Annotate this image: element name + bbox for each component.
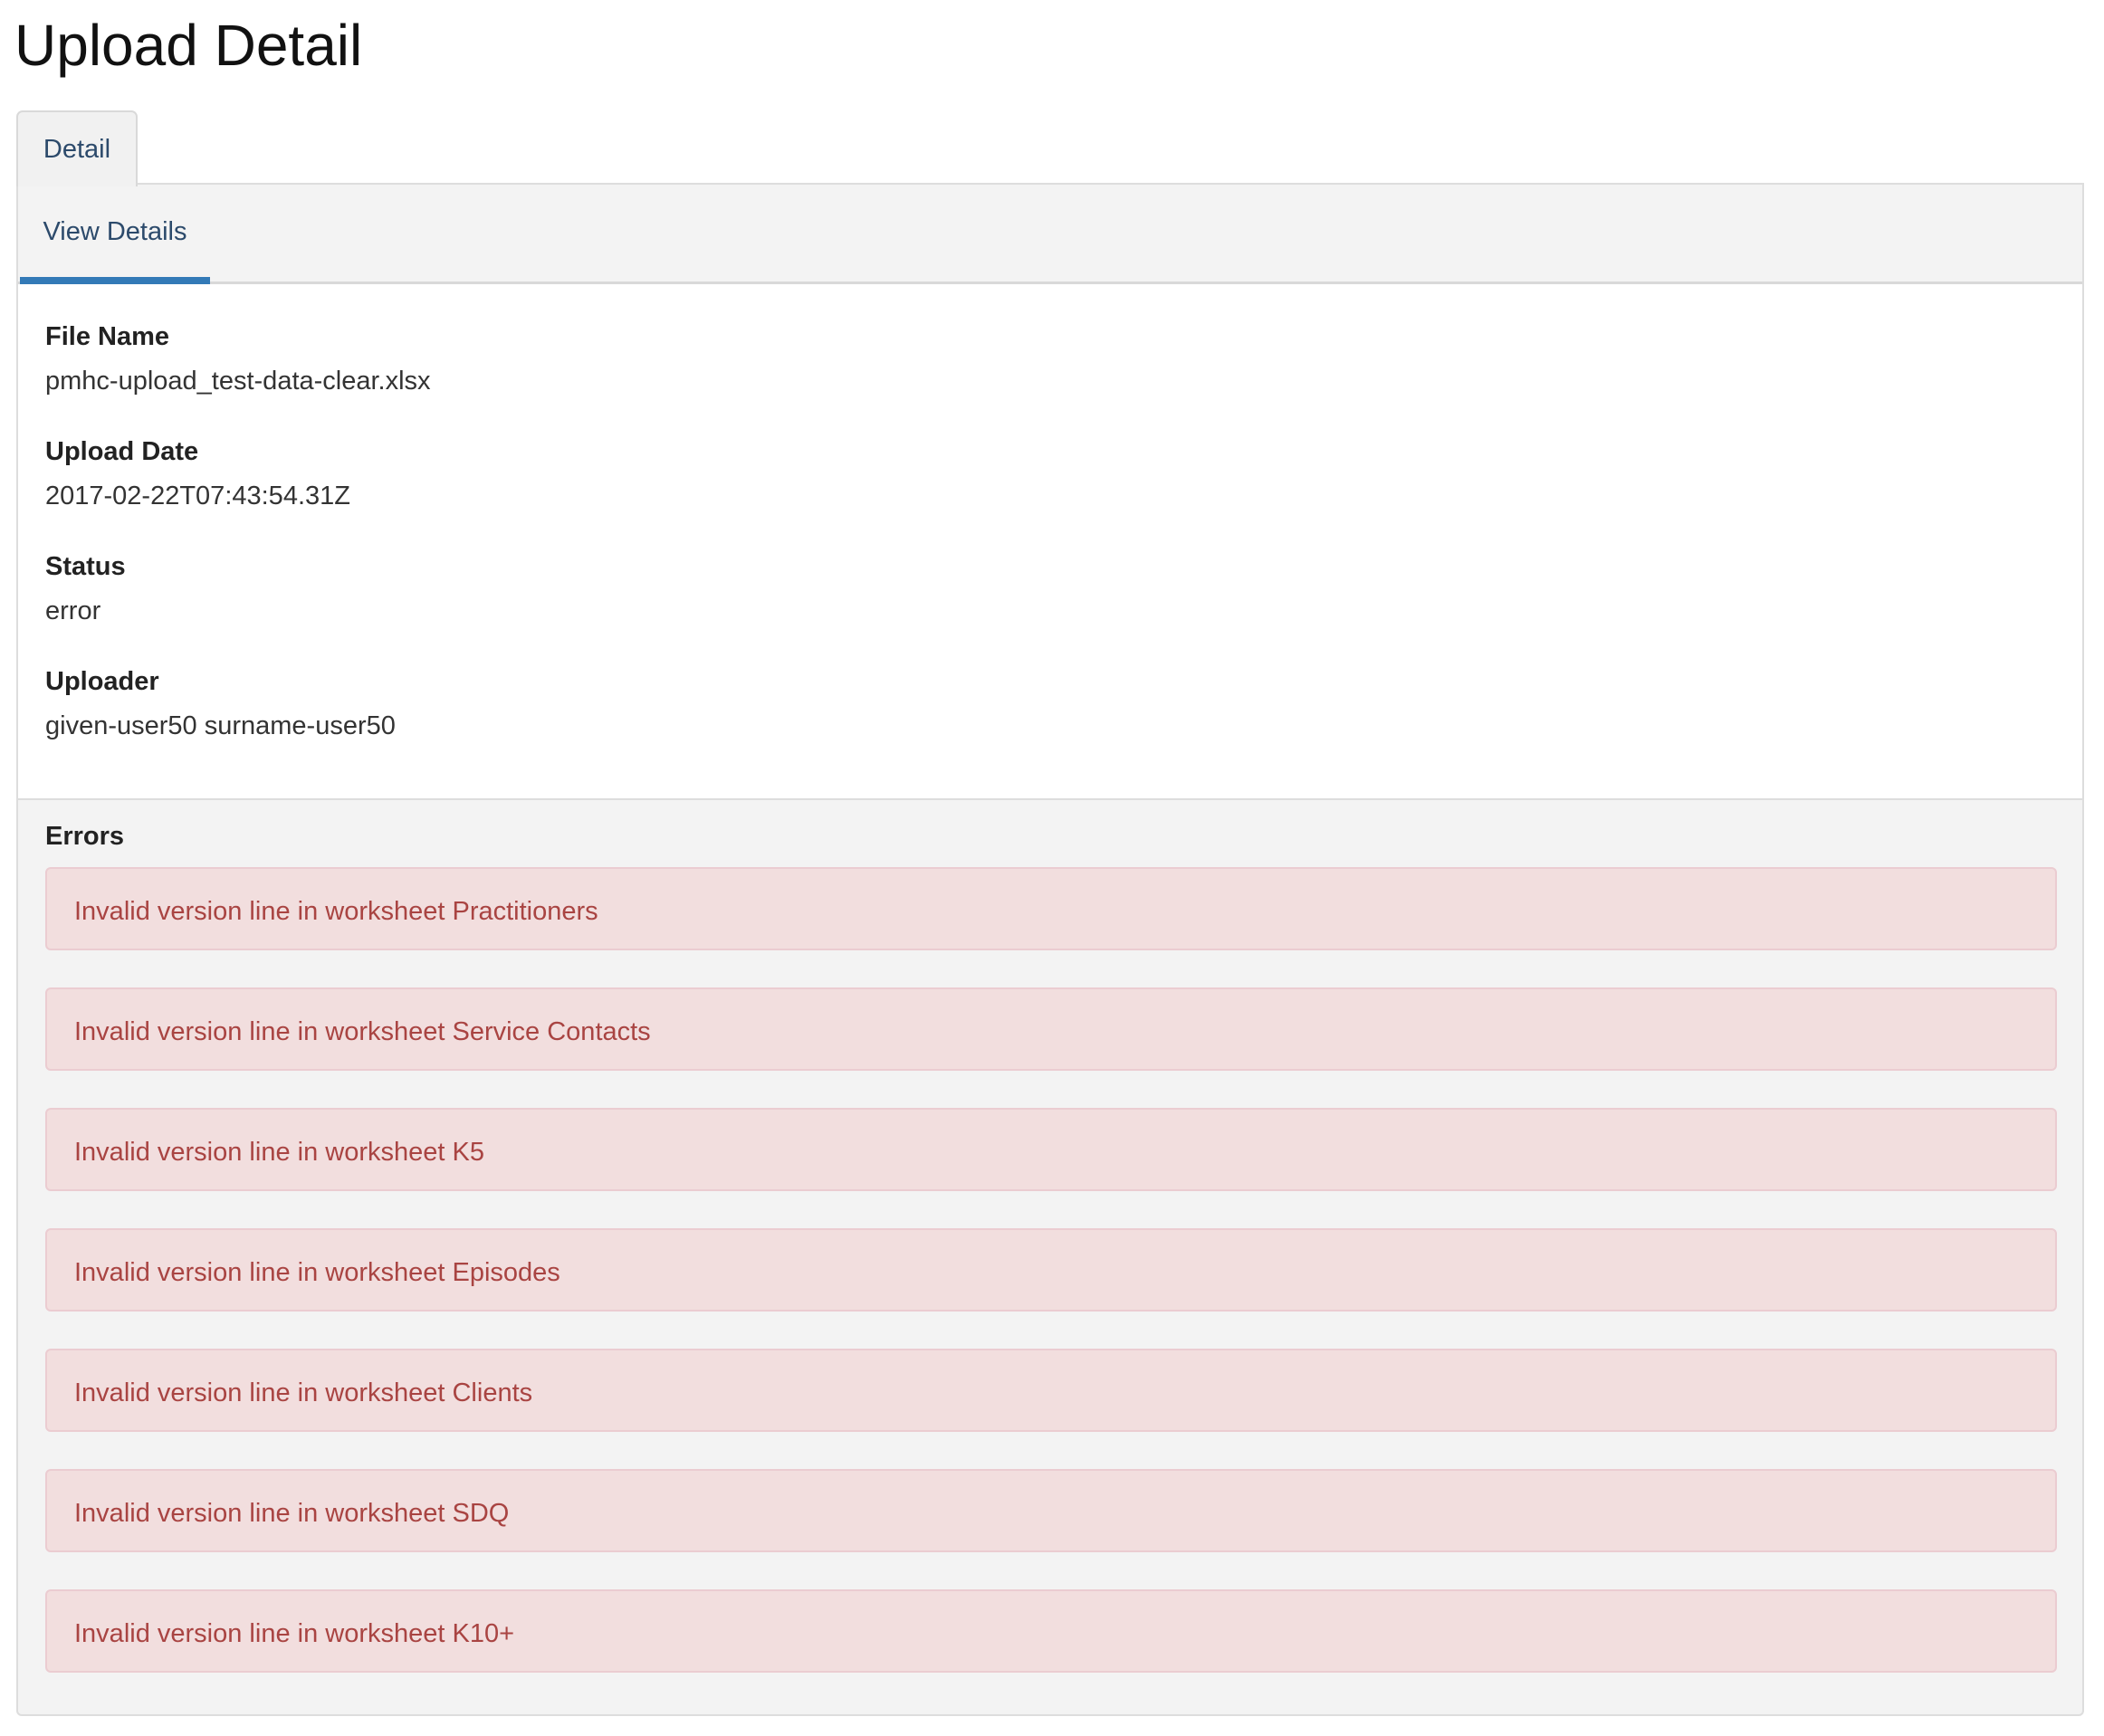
uploader-field: Uploader given-user50 surname-user50 [45,663,396,744]
page-title: Upload Detail [14,13,363,78]
error-alert: Invalid version line in worksheet Client… [45,1349,2057,1432]
error-alert: Invalid version line in worksheet Practi… [45,867,2057,950]
upload-date-value: 2017-02-22T07:43:54.31Z [45,482,350,510]
upload-date-field: Upload Date 2017-02-22T07:43:54.31Z [45,434,350,514]
file-name-label: File Name [45,322,169,351]
error-alert: Invalid version line in worksheet K10+ [45,1589,2057,1673]
uploader-value: given-user50 surname-user50 [45,711,396,740]
file-name-field: File Name pmhc-upload_test-data-clear.xl… [45,319,431,399]
tab-detail[interactable]: Detail [16,110,138,186]
detail-panel: View Details File Name pmhc-upload_test-… [16,183,2084,1716]
file-name-value: pmhc-upload_test-data-clear.xlsx [45,367,431,396]
error-alert: Invalid version line in worksheet SDQ [45,1469,2057,1552]
tab-view-details[interactable]: View Details [20,185,210,284]
errors-title: Errors [45,822,125,851]
error-alert: Invalid version line in worksheet Episod… [45,1228,2057,1312]
details-section: File Name pmhc-upload_test-data-clear.xl… [18,284,2082,800]
error-alert: Invalid version line in worksheet Servic… [45,987,2057,1071]
status-field: Status error [45,548,126,629]
upload-date-label: Upload Date [45,437,199,466]
inner-tab-bar: View Details [18,185,2082,284]
uploader-label: Uploader [45,667,159,696]
error-alert: Invalid version line in worksheet K5 [45,1108,2057,1191]
status-label: Status [45,552,126,581]
status-value: error [45,596,101,625]
